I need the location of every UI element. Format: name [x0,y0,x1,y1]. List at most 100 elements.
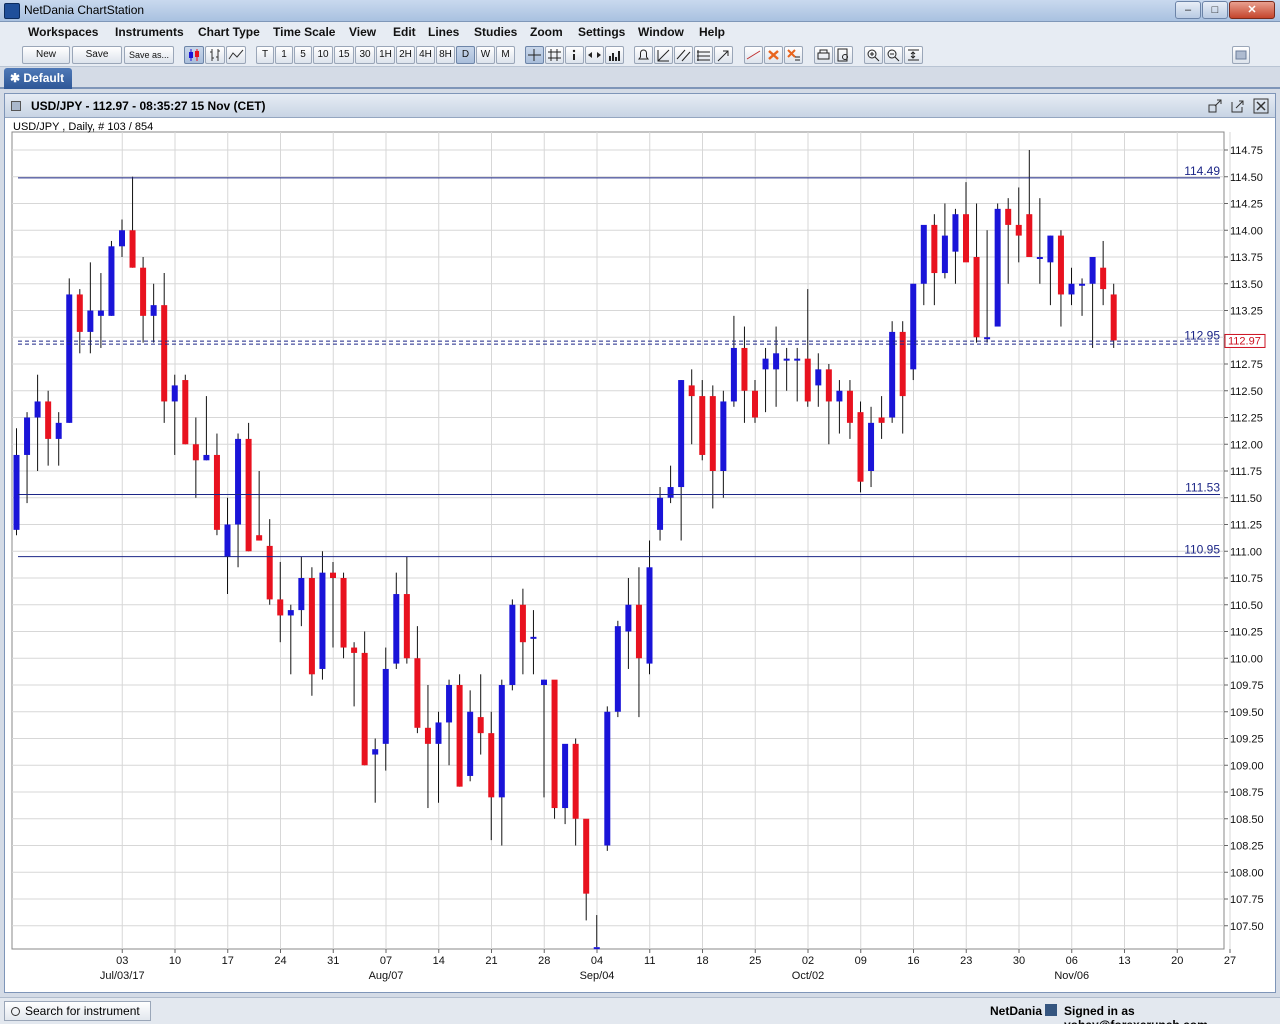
chart-info-label: USD/JPY , Daily, # 103 / 854 [13,121,154,133]
candle-body [910,283,917,370]
menu-help[interactable]: Help [699,25,725,39]
candle-body [741,347,748,391]
chart-window: 114.75 114.50 114.25 114.00 113.75 113.50 113.… [4,93,1276,993]
toolbar-collapse-icon[interactable] [1232,46,1250,64]
save-button[interactable]: Save [72,46,122,64]
timescale-5[interactable]: 5 [294,46,312,64]
y-tick-label: 111.75 [1230,466,1262,478]
trendline-icon[interactable] [654,46,673,64]
timescale-w[interactable]: W [476,46,495,64]
y-tick-label: 112.00 [1230,439,1263,451]
y-tick-label: 112.75 [1230,359,1263,371]
x-date-label: Oct/02 [792,970,824,982]
candle-body [477,717,484,734]
menu-lines[interactable]: Lines [428,25,459,39]
x-tick-label: 09 [855,955,867,967]
close-chart-icon[interactable] [1253,98,1269,114]
line-chart-icon[interactable] [226,46,246,64]
timescale-d[interactable]: D [456,46,475,64]
candle-body [203,454,210,461]
timescale-1[interactable]: 1 [275,46,293,64]
tab-default[interactable]: ✱ Default [4,68,72,89]
parallel-lines-icon[interactable] [674,46,693,64]
candle-body [878,417,885,423]
candle-body [1079,283,1086,286]
menu-chart-type[interactable]: Chart Type [198,25,260,39]
menu-workspaces[interactable]: Workspaces [28,25,98,39]
candle-body [1015,224,1022,236]
print-icon[interactable] [814,46,833,64]
volume-icon[interactable] [605,46,624,64]
y-tick-label: 107.75 [1230,894,1264,906]
level-line-label: 110.95 [1184,543,1220,557]
candle-body [519,604,526,643]
timescale-4h[interactable]: 4H [416,46,435,64]
candle-body [836,390,843,402]
y-tick-label: 113.75 [1230,252,1263,264]
draw-line-icon[interactable] [744,46,763,64]
delete-drawing-icon[interactable] [764,46,783,64]
candle-body [1047,235,1054,263]
candle-body [182,380,189,445]
search-instrument-button[interactable]: Search for instrument [4,1001,151,1021]
menu-window[interactable]: Window [638,25,684,39]
menu-studies[interactable]: Studies [474,25,517,39]
crosshair-icon[interactable] [525,46,544,64]
delete-all-icon[interactable] [784,46,803,64]
close-button[interactable]: ✕ [1229,1,1275,19]
info-icon[interactable] [565,46,584,64]
chart-canvas[interactable]: 114.75 114.50 114.25 114.00 113.75 113.50 113.… [5,94,1275,992]
menu-view[interactable]: View [349,25,376,39]
level-line-label: 111.53 [1185,481,1220,495]
x-tick-label: 06 [1066,955,1078,967]
alert-bell-icon[interactable] [634,46,653,64]
timescale-30[interactable]: 30 [355,46,375,64]
timescale-8h[interactable]: 8H [436,46,455,64]
menu-instruments[interactable]: Instruments [115,25,184,39]
level-line-label: 112.95 [1184,329,1220,343]
x-tick-label: 24 [274,955,286,967]
grid-icon[interactable] [545,46,564,64]
x-tick-label: 20 [1171,955,1183,967]
fibonacci-icon[interactable] [694,46,713,64]
arrow-tool-icon[interactable] [714,46,733,64]
restore-window-icon[interactable] [1207,98,1223,114]
fit-chart-icon[interactable] [904,46,923,64]
candle-body [446,685,453,723]
menu-zoom[interactable]: Zoom [530,25,563,39]
app-icon [4,3,20,19]
scroll-arrows-icon[interactable] [585,46,604,64]
timescale-t[interactable]: T [256,46,274,64]
title-bar: NetDania ChartStation ‒ □ ✕ [0,0,1280,22]
save-as-button[interactable]: Save as... [124,46,174,64]
detach-window-icon[interactable] [1229,98,1245,114]
x-tick-label: 18 [696,955,708,967]
y-tick-label: 110.75 [1230,573,1263,585]
y-tick-label: 109.50 [1230,707,1264,719]
minimize-button[interactable]: ‒ [1175,1,1201,19]
y-tick-label: 110.25 [1230,627,1263,639]
candle-body [593,947,600,950]
timescale-1h[interactable]: 1H [376,46,395,64]
y-tick-label: 114.00 [1230,225,1263,237]
print-preview-icon[interactable] [834,46,853,64]
timescale-15[interactable]: 15 [334,46,354,64]
new-button[interactable]: New [22,46,70,64]
menu-edit[interactable]: Edit [393,25,416,39]
candle-body [657,497,664,530]
menu-time-scale[interactable]: Time Scale [273,25,335,39]
timescale-10[interactable]: 10 [313,46,333,64]
maximize-button[interactable]: □ [1202,1,1228,19]
y-tick-label: 109.25 [1230,734,1264,746]
zoom-in-icon[interactable] [864,46,883,64]
timescale-m[interactable]: M [496,46,515,64]
zoom-out-icon[interactable] [884,46,903,64]
candle-body [1100,267,1107,290]
candlestick-chart-icon[interactable] [184,46,204,64]
menu-settings[interactable]: Settings [578,25,625,39]
candle-body [308,578,315,675]
candle-body [646,567,653,664]
timescale-2h[interactable]: 2H [396,46,415,64]
ohlc-bar-chart-icon[interactable] [205,46,225,64]
search-icon [11,1007,20,1016]
